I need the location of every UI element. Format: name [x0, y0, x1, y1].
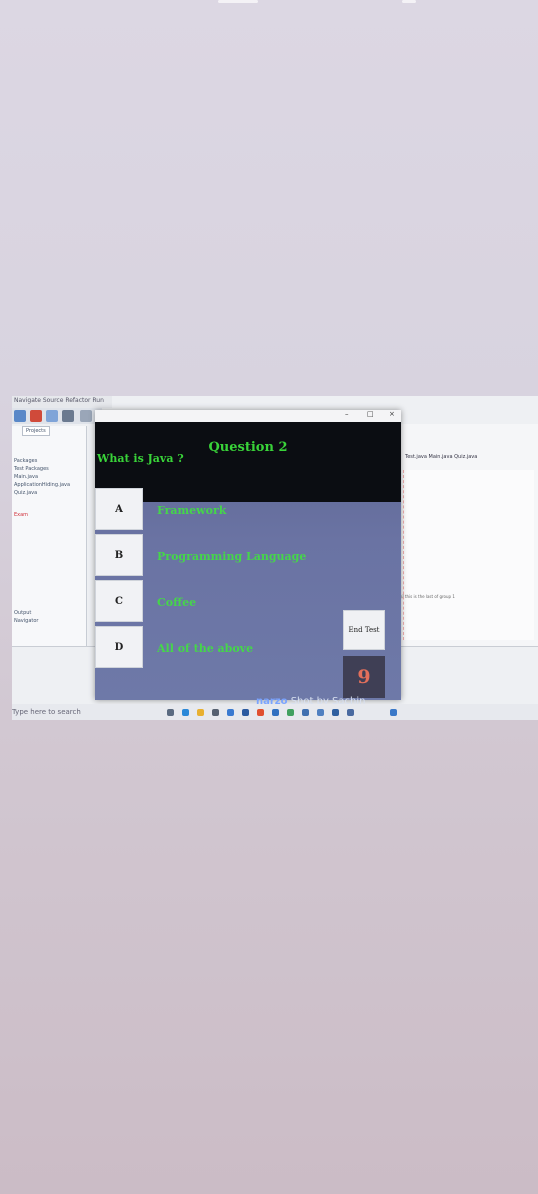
- copy-icon[interactable]: [46, 410, 58, 422]
- app-icon[interactable]: [332, 709, 339, 716]
- editor-tab[interactable]: Quiz.java: [454, 454, 477, 460]
- end-test-button[interactable]: End Test: [343, 610, 385, 650]
- app-icon[interactable]: [242, 709, 249, 716]
- tree-item[interactable]: Packages: [14, 458, 37, 464]
- option-a-button[interactable]: A: [95, 488, 143, 530]
- code-editor[interactable]: [403, 470, 534, 640]
- option-d-label: All of the above: [157, 642, 254, 655]
- tree-item-error[interactable]: Exam: [14, 512, 28, 518]
- panel-label: Output: [14, 610, 32, 616]
- option-b-label: Programming Language: [157, 550, 307, 563]
- tree-item[interactable]: Quiz.java: [14, 490, 37, 496]
- project-panel: Projects Packages Test Packages Main.jav…: [12, 426, 87, 646]
- status-indicator: [218, 0, 258, 3]
- projects-tab[interactable]: Projects: [22, 426, 50, 436]
- windows-taskbar: Type here to search: [12, 704, 538, 720]
- option-d-button[interactable]: D: [95, 626, 143, 668]
- option-a-label: Framework: [157, 504, 227, 517]
- option-c-label: Coffee: [157, 596, 197, 609]
- ide-toolbar: [12, 408, 102, 424]
- editor-tab[interactable]: Main.java: [429, 454, 453, 460]
- mail-icon[interactable]: [227, 709, 234, 716]
- edge-icon[interactable]: [182, 709, 189, 716]
- question-text: What is Java ?: [97, 452, 184, 465]
- cut-icon[interactable]: [30, 410, 42, 422]
- app-icon[interactable]: [317, 709, 324, 716]
- status-bar: [0, 0, 538, 6]
- maximize-icon[interactable]: □: [367, 410, 374, 418]
- tree-item[interactable]: Test Packages: [14, 466, 49, 472]
- undo-icon[interactable]: [80, 410, 92, 422]
- option-c-button[interactable]: C: [95, 580, 143, 622]
- app-icon[interactable]: [257, 709, 264, 716]
- status-indicator: [402, 0, 416, 3]
- task-view-icon[interactable]: [167, 709, 174, 716]
- app-icon[interactable]: [302, 709, 309, 716]
- code-comment: // this is the last of group 1: [401, 594, 455, 599]
- ide-menubar[interactable]: Navigate Source Refactor Run: [12, 396, 112, 408]
- app-icon[interactable]: [272, 709, 279, 716]
- photo-of-monitor: Navigate Source Refactor Run Projects Pa…: [12, 396, 538, 720]
- app-icon[interactable]: [390, 709, 397, 716]
- folder-icon[interactable]: [197, 709, 204, 716]
- tree-item[interactable]: Main.java: [14, 474, 38, 480]
- editor-tab[interactable]: Test.java: [405, 454, 427, 460]
- chrome-icon[interactable]: [287, 709, 294, 716]
- quiz-titlebar: – □ ×: [95, 410, 401, 422]
- store-icon[interactable]: [212, 709, 219, 716]
- file-icon[interactable]: [14, 410, 26, 422]
- minimize-icon[interactable]: –: [345, 410, 349, 418]
- countdown-timer: 9: [343, 656, 385, 698]
- editor-tabs[interactable]: Test.java Main.java Quiz.java: [405, 454, 505, 464]
- close-icon[interactable]: ×: [389, 410, 395, 418]
- option-b-button[interactable]: B: [95, 534, 143, 576]
- paste-icon[interactable]: [62, 410, 74, 422]
- taskbar-search[interactable]: Type here to search: [12, 708, 81, 716]
- quiz-window: – □ × Question 2 What is Java ? A Framew…: [95, 410, 401, 700]
- panel-label: Navigator: [14, 618, 39, 624]
- tree-item[interactable]: ApplicationHiding.java: [14, 482, 70, 488]
- app-icon[interactable]: [347, 709, 354, 716]
